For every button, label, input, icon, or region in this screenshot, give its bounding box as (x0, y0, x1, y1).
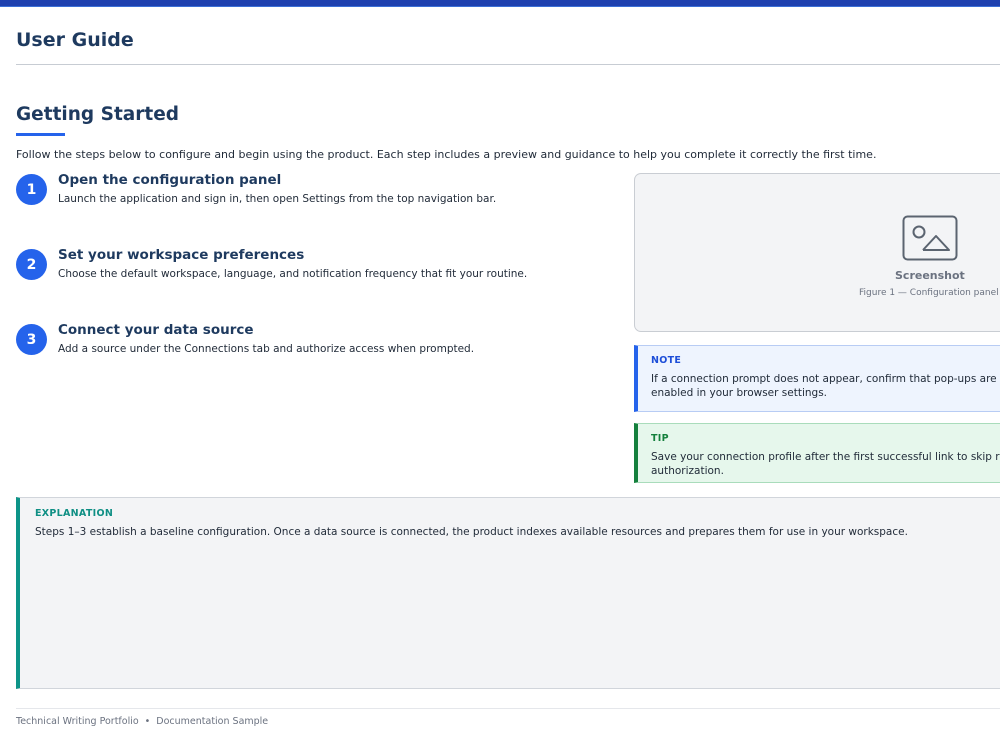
step-number-badge: 1 (16, 174, 47, 205)
explanation-panel: EXPLANATION Steps 1–3 establish a baseli… (16, 497, 1000, 689)
footer-separator: • (144, 716, 151, 727)
footer-sample-text: Documentation Sample (156, 716, 269, 727)
step-title: Open the configuration panel (58, 172, 282, 188)
footer: Technical Writing Portfolio • Documentatio… (16, 716, 268, 727)
footer-portfolio-text: Technical Writing Portfolio (16, 716, 139, 727)
step-item: 1 Open the configuration panel Launch th… (16, 172, 616, 234)
step-number-badge: 2 (16, 249, 47, 280)
heading-underline (16, 133, 65, 136)
step-title: Set your workspace preferences (58, 247, 305, 263)
tip-label: TIP (651, 433, 669, 444)
tip-callout: TIP Save your connection profile after t… (634, 423, 1000, 483)
step-description: Launch the application and sign in, then… (58, 193, 497, 205)
step-description: Add a source under the Connections tab a… (58, 343, 475, 355)
step-description: Choose the default workspace, language, … (58, 268, 528, 280)
page-title: User Guide (16, 29, 134, 51)
intro-paragraph: Follow the steps below to configure and … (16, 148, 877, 161)
step-item: 3 Connect your data source Add a source … (16, 322, 616, 384)
footer-divider (16, 708, 1000, 709)
note-text: If a connection prompt does not appear, … (651, 373, 997, 399)
figure-caption: Figure 1 — Configuration panel (859, 288, 999, 298)
top-accent-bar (0, 0, 1000, 7)
screenshot-label: Screenshot (895, 269, 965, 282)
tip-text: Save your connection profile after the f… (651, 451, 1000, 477)
note-label: NOTE (651, 355, 682, 366)
step-number-badge: 3 (16, 324, 47, 355)
note-callout: NOTE If a connection prompt does not app… (634, 345, 1000, 412)
explanation-text: Steps 1–3 establish a baseline configura… (35, 526, 908, 538)
title-divider (16, 64, 1000, 65)
section-heading: Getting Started (16, 104, 180, 125)
step-title: Connect your data source (58, 322, 254, 338)
screenshot-placeholder: Screenshot Figure 1 — Configuration pane… (634, 173, 1000, 332)
step-item: 2 Set your workspace preferences Choose … (16, 247, 616, 309)
image-icon (902, 215, 958, 261)
explanation-label: EXPLANATION (35, 508, 114, 519)
